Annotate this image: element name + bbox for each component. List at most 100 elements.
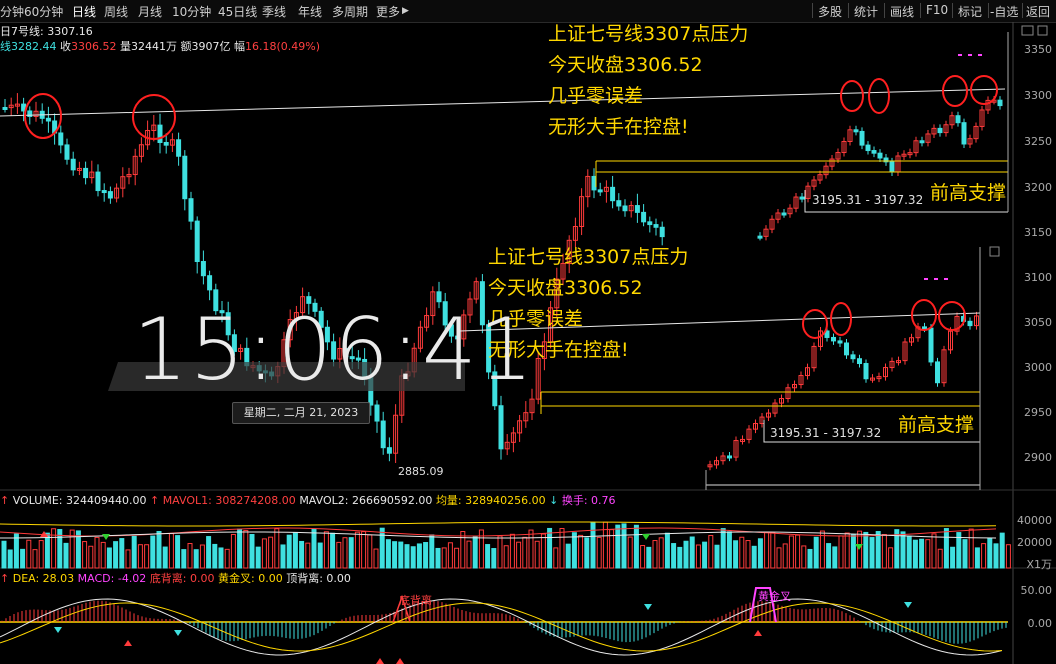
volume-bar: [919, 538, 925, 569]
axis-3150: 3150: [1024, 226, 1052, 239]
volume-bar: [26, 539, 32, 569]
volume-bar: [1, 540, 7, 569]
volume-bar: [888, 547, 894, 569]
candle-body: [70, 158, 76, 171]
volume-bar: [658, 537, 664, 569]
candle-body: [188, 198, 194, 222]
volume-bar: [429, 534, 435, 569]
inset2-body: [922, 326, 927, 330]
volume-bar: [850, 534, 856, 569]
inset-body: [889, 161, 895, 173]
tab-60min[interactable]: 60分钟: [24, 3, 63, 20]
volume-bar: [330, 532, 336, 569]
volume-bar: [869, 537, 875, 569]
volume-bar: [745, 540, 751, 569]
volume-bar: [559, 528, 565, 569]
volume-bar: [243, 530, 249, 569]
tab-multi-period[interactable]: 多周期: [332, 3, 368, 20]
multi-stock-button[interactable]: 多股: [818, 3, 842, 20]
tab-yearly[interactable]: 年线: [298, 3, 322, 20]
tab-45day[interactable]: 45日线: [218, 3, 257, 20]
more-arrow-icon[interactable]: ▶: [402, 6, 409, 16]
volume-bar: [875, 531, 881, 569]
inset-close-icon: [1037, 25, 1048, 36]
volume-bar: [410, 546, 416, 569]
volume-bar: [423, 542, 429, 569]
tab-monthly[interactable]: 月线: [138, 3, 162, 20]
volume-bar: [354, 531, 360, 569]
volume-bar: [757, 538, 763, 569]
volume-bar: [677, 546, 683, 569]
axis-vol-40000: 40000: [1017, 514, 1052, 527]
volume-bar: [981, 543, 987, 569]
volume-bar: [615, 524, 621, 569]
range-label-mid: 3195.31 - 3197.32: [770, 426, 882, 440]
tab-weekly[interactable]: 周线: [104, 3, 128, 20]
inset-body: [865, 144, 871, 152]
axis-3100: 3100: [1024, 271, 1052, 284]
volume-bar: [664, 532, 670, 569]
volume-bar: [441, 547, 447, 569]
volume-bar: [367, 534, 373, 569]
candle-body: [194, 220, 200, 263]
volume-bar: [826, 543, 832, 569]
turnover-label: 换手: 0.76: [561, 494, 616, 507]
volume-bar: [385, 539, 391, 569]
volume-bar: [20, 548, 26, 569]
volume-bar: [553, 547, 559, 569]
axis-3000: 3000: [1024, 361, 1052, 374]
mark-button[interactable]: 标记: [958, 3, 982, 20]
volume-bar: [695, 544, 701, 569]
volume-bar: [212, 543, 218, 569]
volume-bar: [776, 547, 782, 569]
back-button[interactable]: 返回: [1026, 3, 1050, 20]
volume-bar: [268, 536, 274, 569]
inset2-body: [935, 361, 940, 384]
volume-bar: [88, 545, 94, 569]
volume-bar: [125, 549, 131, 569]
volume-bar: [516, 541, 522, 569]
axis-2950: 2950: [1024, 406, 1052, 419]
inset-body: [937, 127, 943, 134]
candle-body: [107, 191, 113, 199]
period-toolbar: 分钟 60分钟 日线 周线 月线 10分钟 45日线 季线 年线 多周期 更多 …: [0, 0, 1056, 23]
highlight-circle: [830, 302, 852, 336]
candle-body: [610, 186, 616, 202]
volume-bar: [733, 540, 739, 569]
volume-bar: [237, 528, 243, 569]
volume-bar: [863, 531, 869, 569]
tab-minute[interactable]: 分钟: [0, 3, 24, 20]
axis-3050: 3050: [1024, 316, 1052, 329]
tab-more[interactable]: 更多: [376, 3, 400, 20]
volume-bar: [460, 531, 466, 569]
volume-bar: [336, 541, 342, 569]
candle-body: [374, 404, 380, 422]
volume-bar: [925, 539, 931, 569]
tab-10min[interactable]: 10分钟: [172, 3, 211, 20]
candle-body: [591, 175, 597, 191]
draw-line-button[interactable]: 画线: [890, 3, 914, 20]
candle-body: [498, 405, 504, 450]
candle-body: [207, 275, 213, 291]
volume-bar: [317, 542, 323, 569]
candle-body: [634, 205, 640, 213]
tab-daily[interactable]: 日线: [72, 3, 96, 20]
volume-bar: [534, 540, 540, 569]
range-label-top: 3195.31 - 3197.32: [812, 193, 924, 207]
signal-arrow-icon: [754, 630, 762, 636]
stats-button[interactable]: 统计: [854, 3, 878, 20]
candle-body: [182, 155, 188, 200]
add-watchlist-button[interactable]: -自选: [990, 3, 1018, 20]
f10-button[interactable]: F10: [926, 3, 948, 17]
inset-body: [757, 235, 763, 239]
magenta-dot: [978, 54, 982, 56]
volume-bar: [764, 531, 770, 569]
volume-bar: [807, 548, 813, 569]
clock-time: 15:06:41: [133, 300, 536, 400]
tab-quarterly[interactable]: 季线: [262, 3, 286, 20]
volume-bar: [900, 531, 906, 569]
inset-body: [853, 129, 859, 133]
support-label-mid: 前高支撑: [898, 414, 975, 436]
volume-bar: [32, 549, 38, 569]
inset2-close-icon: [989, 246, 1000, 257]
